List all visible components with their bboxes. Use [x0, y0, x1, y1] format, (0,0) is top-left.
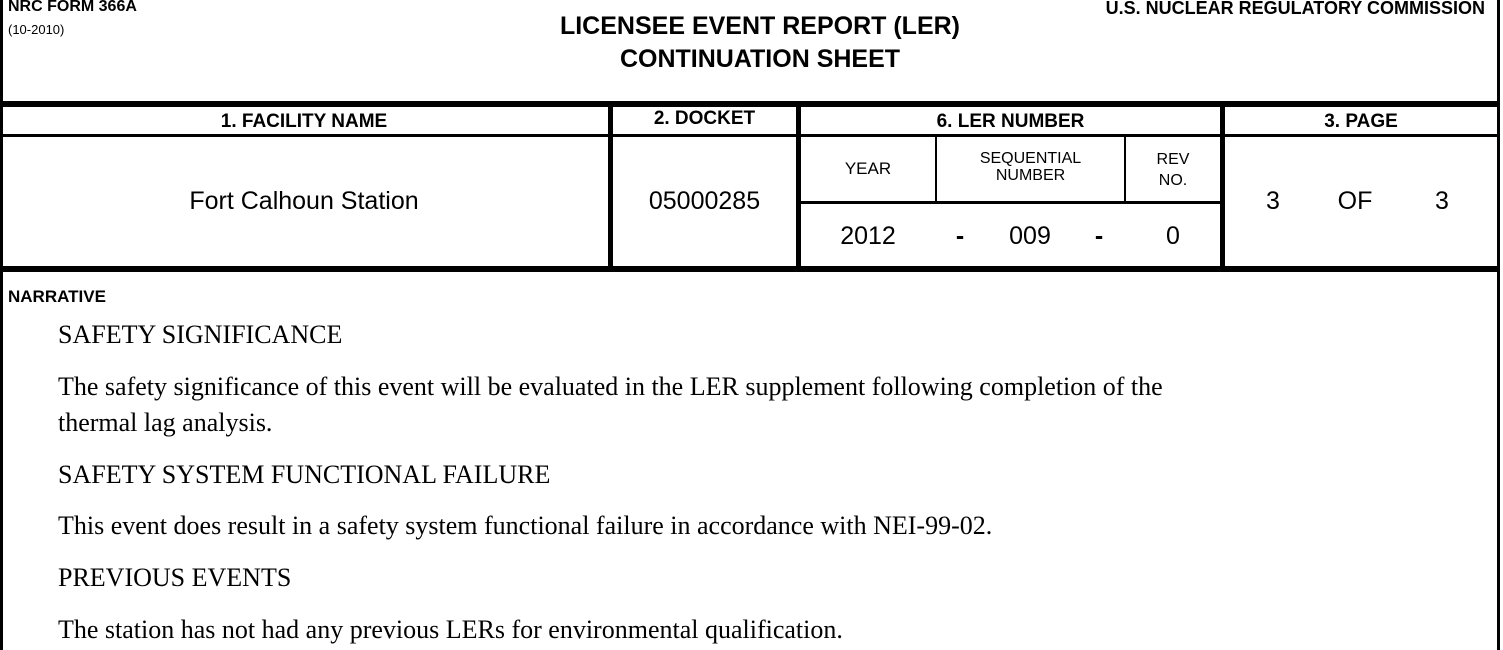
agency-name: U.S. NUCLEAR REGULATORY COMMISSION [1105, 0, 1485, 18]
safety-significance-text-line2: thermal lag analysis. [58, 408, 273, 437]
form-number: NRC FORM 366A [8, 0, 137, 15]
ler-rev-value: 0 [1166, 222, 1180, 250]
rev-label-line1: REV [1156, 151, 1190, 168]
safety-significance-text-line1: The safety significance of this event wi… [58, 372, 1163, 401]
ler-subrule [800, 201, 1222, 204]
page-current-value: 3 [1266, 187, 1280, 215]
year-label: YEAR [844, 159, 892, 178]
table-header-rule [0, 134, 1500, 137]
ler-year-value: 2012 [840, 222, 896, 250]
rev-label-line2: NO. [1158, 172, 1188, 189]
ler-dash-2: - [1094, 222, 1104, 250]
form-subtitle: CONTINUATION SHEET [619, 45, 901, 73]
ler-dash-1: - [955, 222, 965, 250]
ssff-text: This event does result in a safety syste… [58, 511, 993, 540]
page-header: 3. PAGE [1324, 111, 1398, 132]
facility-name-header: 1. FACILITY NAME [220, 111, 388, 132]
sequential-label-line1: SEQUENTIAL [979, 150, 1082, 167]
left-border [0, 0, 3, 650]
ler-sequential-value: 009 [1009, 222, 1051, 250]
table-bottom-rule [0, 266, 1500, 272]
ler-subcol-2 [1124, 137, 1126, 203]
ler-number-header: 6. LER NUMBER [936, 111, 1085, 132]
sequential-label-line2: NUMBER [995, 167, 1066, 184]
safety-significance-heading: SAFETY SIGNIFICANCE [58, 320, 343, 349]
previous-events-text: The station has not had any previous LER… [58, 615, 843, 644]
ssff-heading: SAFETY SYSTEM FUNCTIONAL FAILURE [58, 460, 551, 489]
previous-events-heading: PREVIOUS EVENTS [58, 563, 292, 592]
page-of-label: OF [1337, 187, 1373, 215]
facility-name-value: Fort Calhoun Station [189, 187, 419, 215]
table-top-rule [0, 101, 1500, 107]
docket-header: 2. DOCKET [653, 108, 756, 129]
page-total-value: 3 [1435, 187, 1449, 215]
right-border [1497, 0, 1500, 650]
docket-value: 05000285 [648, 187, 761, 215]
form-title: LICENSEE EVENT REPORT (LER) [559, 12, 961, 40]
form-date: (10-2010) [8, 22, 65, 37]
narrative-label: NARRATIVE [8, 287, 106, 306]
